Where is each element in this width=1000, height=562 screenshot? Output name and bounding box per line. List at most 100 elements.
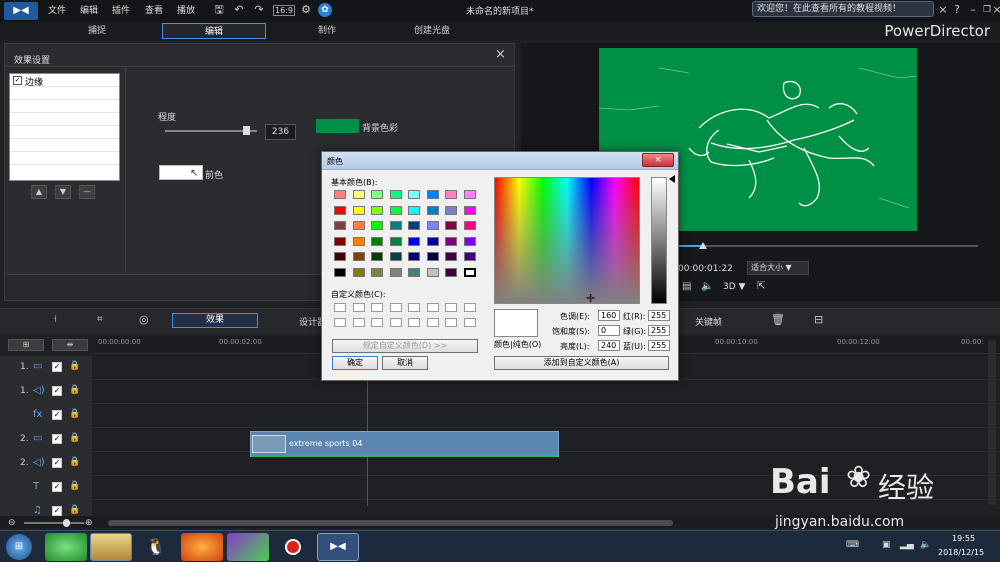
tray-app-icon[interactable]: ▣: [882, 540, 891, 550]
custom-color-swatch[interactable]: [463, 303, 476, 312]
custom-color-swatch[interactable]: [445, 303, 457, 312]
basic-color-swatch[interactable]: [352, 205, 365, 215]
basic-color-swatch[interactable]: [426, 267, 439, 277]
redo-icon[interactable]: ↷: [252, 3, 266, 17]
recorder-app-icon[interactable]: [272, 533, 314, 561]
basic-color-swatch[interactable]: [408, 190, 420, 199]
basic-color-swatch[interactable]: [445, 190, 457, 199]
basic-color-swatch[interactable]: [389, 267, 402, 277]
basic-color-swatch[interactable]: [463, 190, 476, 199]
list-item[interactable]: ✓ 边缘: [10, 74, 119, 88]
zoom-out-icon[interactable]: ⊖: [8, 518, 16, 528]
basic-color-swatch[interactable]: [408, 205, 420, 215]
red-field[interactable]: 255: [648, 310, 670, 321]
track-enable-checkbox[interactable]: ✓: [52, 362, 62, 372]
basic-color-swatch[interactable]: [426, 221, 439, 230]
lock-icon[interactable]: 🔒: [69, 385, 80, 395]
start-button-icon[interactable]: ⊞: [6, 534, 32, 560]
basic-color-swatch[interactable]: [334, 267, 346, 277]
basic-color-swatch[interactable]: [408, 267, 420, 277]
basic-color-swatch[interactable]: [408, 252, 420, 261]
cancel-button[interactable]: 取消: [382, 356, 428, 370]
keyframe-button[interactable]: 关键帧: [695, 315, 722, 328]
basic-color-swatch[interactable]: [426, 252, 439, 261]
basic-color-swatch[interactable]: [334, 236, 346, 246]
basic-color-swatch[interactable]: [352, 252, 365, 261]
basic-color-swatch[interactable]: [371, 221, 383, 230]
clock-date[interactable]: 2018/12/15: [938, 548, 984, 557]
blue-field[interactable]: 255: [648, 340, 670, 351]
lock-icon[interactable]: 🔒: [69, 481, 80, 491]
tab-edit[interactable]: 编辑: [162, 23, 266, 39]
tab-capture[interactable]: 捕捉: [60, 23, 134, 39]
luminance-slider[interactable]: [651, 177, 667, 304]
network-icon[interactable]: ▂▄: [900, 540, 914, 550]
degree-value[interactable]: 236: [265, 124, 296, 140]
luminance-field[interactable]: 240: [598, 340, 620, 351]
browser-app-icon[interactable]: [45, 533, 87, 561]
split-icon[interactable]: ⟊: [54, 314, 57, 325]
undo-icon[interactable]: ↶: [232, 3, 246, 17]
save-icon[interactable]: 🖫: [212, 3, 226, 17]
custom-color-swatch[interactable]: [408, 318, 420, 327]
basic-color-swatch[interactable]: [389, 205, 402, 215]
custom-color-swatch[interactable]: [408, 303, 420, 312]
help-icon[interactable]: ?: [950, 3, 964, 17]
basic-color-swatch[interactable]: [334, 252, 346, 261]
dialog-close-button[interactable]: ×: [642, 153, 674, 167]
volume-icon[interactable]: 🔈: [701, 281, 713, 292]
hue-saturation-spectrum[interactable]: [494, 177, 640, 304]
designer-button[interactable]: 设计器: [299, 315, 321, 328]
lock-icon[interactable]: 🔒: [69, 409, 80, 419]
basic-color-swatch[interactable]: [463, 252, 476, 261]
close-icon[interactable]: ×: [990, 3, 1000, 17]
custom-color-swatch[interactable]: [463, 318, 476, 327]
zoom-slider-thumb[interactable]: [63, 519, 70, 527]
track-enable-checkbox[interactable]: ✓: [52, 434, 62, 444]
minimize-icon[interactable]: –: [966, 3, 980, 17]
edge-checkbox[interactable]: ✓: [13, 76, 22, 85]
track-enable-checkbox[interactable]: ✓: [52, 458, 62, 468]
basic-color-swatch[interactable]: [352, 190, 365, 199]
track-enable-checkbox[interactable]: ✓: [52, 386, 62, 396]
custom-color-swatch[interactable]: [426, 318, 439, 327]
custom-color-swatch[interactable]: [352, 318, 365, 327]
track-enable-checkbox[interactable]: ✓: [52, 482, 62, 492]
basic-color-swatch[interactable]: [445, 252, 457, 261]
gear-icon[interactable]: ⚙: [299, 3, 313, 17]
basic-color-swatch[interactable]: [426, 190, 439, 199]
basic-color-swatch[interactable]: [463, 205, 476, 215]
crop-icon[interactable]: ⌗: [97, 314, 103, 325]
basic-color-swatch[interactable]: [445, 221, 457, 230]
track-manager-icon[interactable]: ⊞: [8, 339, 44, 351]
degree-slider-thumb[interactable]: [242, 126, 250, 135]
basic-color-swatch[interactable]: [352, 221, 365, 230]
track-enable-checkbox[interactable]: ✓: [52, 410, 62, 420]
basic-color-swatch[interactable]: [389, 221, 402, 230]
cyberlink-icon[interactable]: ✿: [318, 3, 332, 17]
basic-color-swatch[interactable]: [445, 205, 457, 215]
menu-plugin[interactable]: 插件: [112, 3, 130, 16]
move-down-button[interactable]: ▼: [55, 185, 71, 199]
menu-edit[interactable]: 编辑: [80, 3, 98, 16]
delete-icon[interactable]: 🗑: [771, 313, 785, 326]
fit-timeline-icon[interactable]: ⇹: [52, 339, 88, 351]
basic-color-swatch[interactable]: [371, 252, 383, 261]
bg-color-swatch[interactable]: [316, 119, 359, 133]
video-app-icon[interactable]: [227, 533, 269, 561]
basic-color-swatch[interactable]: [408, 221, 420, 230]
folder-app-icon[interactable]: [90, 533, 132, 561]
basic-color-swatch[interactable]: [445, 236, 457, 246]
basic-color-swatch[interactable]: [463, 267, 476, 277]
basic-color-swatch[interactable]: [371, 205, 383, 215]
custom-color-swatch[interactable]: [389, 303, 402, 312]
lock-icon[interactable]: 🔒: [69, 505, 80, 515]
custom-color-swatch[interactable]: [334, 303, 346, 312]
effect-list[interactable]: ✓ 边缘: [9, 73, 120, 181]
fix-enhance-icon[interactable]: ◎: [139, 313, 149, 326]
scrubber-handle[interactable]: [699, 242, 707, 249]
subtitle-icon[interactable]: ▤: [682, 281, 691, 292]
aspect-ratio-icon[interactable]: 16:9: [273, 5, 295, 16]
zoom-in-icon[interactable]: ⊕: [85, 518, 93, 528]
basic-color-swatch[interactable]: [352, 236, 365, 246]
